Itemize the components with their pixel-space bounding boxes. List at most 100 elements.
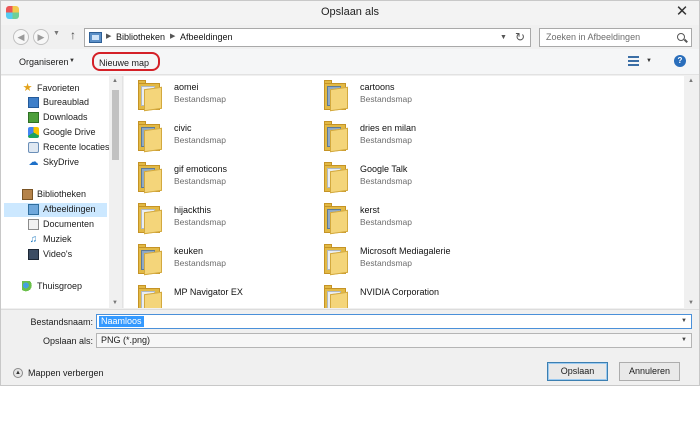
folder-item-dries-en-milan[interactable]: dries en milan Bestandsmap — [310, 117, 490, 157]
folder-name: aomei — [174, 82, 199, 92]
folder-icon — [89, 32, 102, 43]
save-button[interactable]: Opslaan — [547, 362, 608, 381]
recent-locations-dropdown[interactable]: ▼ — [53, 30, 60, 37]
folder-name: dries en milan — [360, 123, 417, 133]
view-options-icon[interactable] — [628, 56, 639, 66]
file-list: aomei Bestandsmap cartoons Bestandsmap c… — [124, 76, 684, 308]
breadcrumb-libraries[interactable]: Bibliotheken — [116, 32, 165, 42]
chevron-down-icon[interactable]: ▼ — [681, 337, 687, 343]
folder-type: Bestandsmap — [174, 217, 226, 227]
breadcrumb-separator-icon[interactable]: ▶ — [106, 32, 111, 40]
view-dropdown-icon[interactable]: ▼ — [646, 58, 652, 64]
scroll-down-icon[interactable]: ▼ — [112, 300, 118, 306]
folder-name: civic — [174, 123, 192, 133]
folder-icon — [324, 80, 350, 112]
help-icon[interactable]: ? — [674, 55, 686, 67]
window-title: Opslaan als — [320, 6, 380, 18]
folder-item-nvidia-corporation[interactable]: NVIDIA Corporation — [310, 281, 490, 308]
folder-item-hijackthis[interactable]: hijackthis Bestandsmap — [124, 199, 304, 239]
address-bar[interactable]: ▶ Bibliotheken ▶ Afbeeldingen ▼ ↻ — [84, 28, 531, 47]
folder-type: Bestandsmap — [174, 176, 226, 186]
folder-type: Bestandsmap — [360, 176, 412, 186]
search-placeholder: Zoeken in Afbeeldingen — [546, 32, 641, 42]
chevron-down-icon[interactable]: ▼ — [69, 58, 75, 64]
nav-item-label: Documenten — [43, 219, 95, 229]
command-bar: Organiseren ▼ Nieuwe map ▼ ? — [1, 49, 699, 75]
star-icon: ★ — [22, 82, 33, 94]
folder-icon — [138, 285, 164, 308]
recent-places-icon — [28, 142, 39, 153]
folder-name: kerst — [360, 205, 380, 215]
scroll-down-icon[interactable]: ▼ — [688, 300, 694, 306]
videos-icon — [28, 249, 39, 260]
address-history-dropdown[interactable]: ▼ — [500, 34, 507, 41]
cancel-button[interactable]: Annuleren — [619, 362, 680, 381]
libraries-icon — [22, 189, 33, 200]
folder-name: MP Navigator EX — [174, 287, 243, 297]
folder-icon — [324, 244, 350, 276]
nav-item-label: Bibliotheken — [37, 189, 87, 199]
folder-name: gif emoticons — [174, 164, 228, 174]
folder-item-mp-navigator-ex[interactable]: MP Navigator EX — [124, 281, 304, 308]
skydrive-icon: ☁ — [28, 157, 39, 168]
nav-item-label: Thuisgroep — [37, 281, 83, 291]
refresh-icon[interactable]: ↻ — [515, 30, 525, 44]
filename-input[interactable]: Naamloos ▼ — [96, 314, 692, 329]
folder-item-keuken[interactable]: keuken Bestandsmap — [124, 240, 304, 280]
music-icon: ♫ — [29, 234, 38, 245]
nav-item-label: Bureaublad — [43, 97, 90, 107]
nav-item-label: SkyDrive — [43, 157, 80, 167]
folder-item-kerst[interactable]: kerst Bestandsmap — [310, 199, 490, 239]
folder-type: Bestandsmap — [360, 94, 412, 104]
filename-value[interactable]: Naamloos — [99, 316, 144, 327]
folder-type: Bestandsmap — [360, 135, 412, 145]
folder-name: NVIDIA Corporation — [360, 287, 440, 297]
folder-type: Bestandsmap — [174, 135, 226, 145]
file-list-scrollbar[interactable]: ▲ ▼ — [684, 76, 699, 308]
folder-item-google-talk[interactable]: Google Talk Bestandsmap — [310, 158, 490, 198]
nav-item-label: Recente locaties — [43, 142, 110, 152]
save-type-select[interactable]: PNG (*.png) ▼ — [96, 333, 692, 348]
nav-item-label: Downloads — [43, 112, 88, 122]
desktop-icon — [28, 97, 39, 108]
address-row: ◀ ▶ ▼ ↑ ▶ Bibliotheken ▶ Afbeeldingen ▼ … — [1, 25, 699, 49]
close-button[interactable]: ✕ — [671, 2, 693, 22]
new-folder-button[interactable]: Nieuwe map — [99, 58, 149, 68]
nav-pane-scrollbar[interactable]: ▲ ▼ — [109, 76, 122, 308]
folder-item-microsoft-mediagalerie[interactable]: Microsoft Mediagalerie Bestandsmap — [310, 240, 490, 280]
folder-icon — [324, 203, 350, 235]
back-button[interactable]: ◀ — [13, 29, 29, 45]
search-icon[interactable] — [677, 33, 685, 41]
scroll-up-icon[interactable]: ▲ — [112, 78, 118, 84]
folder-item-aomei[interactable]: aomei Bestandsmap — [124, 76, 304, 116]
pictures-icon — [28, 204, 39, 215]
folder-name: keuken — [174, 246, 204, 256]
folder-name: Google Talk — [360, 164, 408, 174]
folder-icon — [324, 162, 350, 194]
up-folder-button[interactable]: ↑ — [70, 28, 76, 42]
title-bar: Opslaan als ✕ — [1, 1, 699, 25]
hide-folders-button[interactable]: Mappen verbergen — [28, 368, 104, 378]
folder-item-cartoons[interactable]: cartoons Bestandsmap — [310, 76, 490, 116]
organize-menu-button[interactable]: Organiseren — [19, 57, 69, 67]
folder-name: hijackthis — [174, 205, 212, 215]
downloads-icon — [28, 112, 39, 123]
folder-type: Bestandsmap — [360, 217, 412, 227]
search-input[interactable]: Zoeken in Afbeeldingen — [539, 28, 692, 47]
scrollbar-thumb[interactable] — [112, 90, 119, 160]
folder-item-civic[interactable]: civic Bestandsmap — [124, 117, 304, 157]
navigation-pane: ★ Favorieten Bureaublad Downloads Google… — [1, 76, 123, 308]
folder-item-gif-emoticons[interactable]: gif emoticons Bestandsmap — [124, 158, 304, 198]
save-type-label: Opslaan als: — [42, 336, 93, 346]
breadcrumb-separator-icon[interactable]: ▶ — [170, 32, 175, 40]
collapse-folders-icon[interactable]: ▲ — [13, 368, 23, 378]
folder-icon — [138, 162, 164, 194]
forward-button[interactable]: ▶ — [33, 29, 49, 45]
folder-icon — [138, 203, 164, 235]
folder-type: Bestandsmap — [174, 258, 226, 268]
chevron-down-icon[interactable]: ▼ — [681, 318, 687, 324]
breadcrumb-pictures[interactable]: Afbeeldingen — [180, 32, 233, 42]
scroll-up-icon[interactable]: ▲ — [688, 78, 694, 84]
folder-name: Microsoft Mediagalerie — [360, 246, 451, 256]
folder-name: cartoons — [360, 82, 395, 92]
